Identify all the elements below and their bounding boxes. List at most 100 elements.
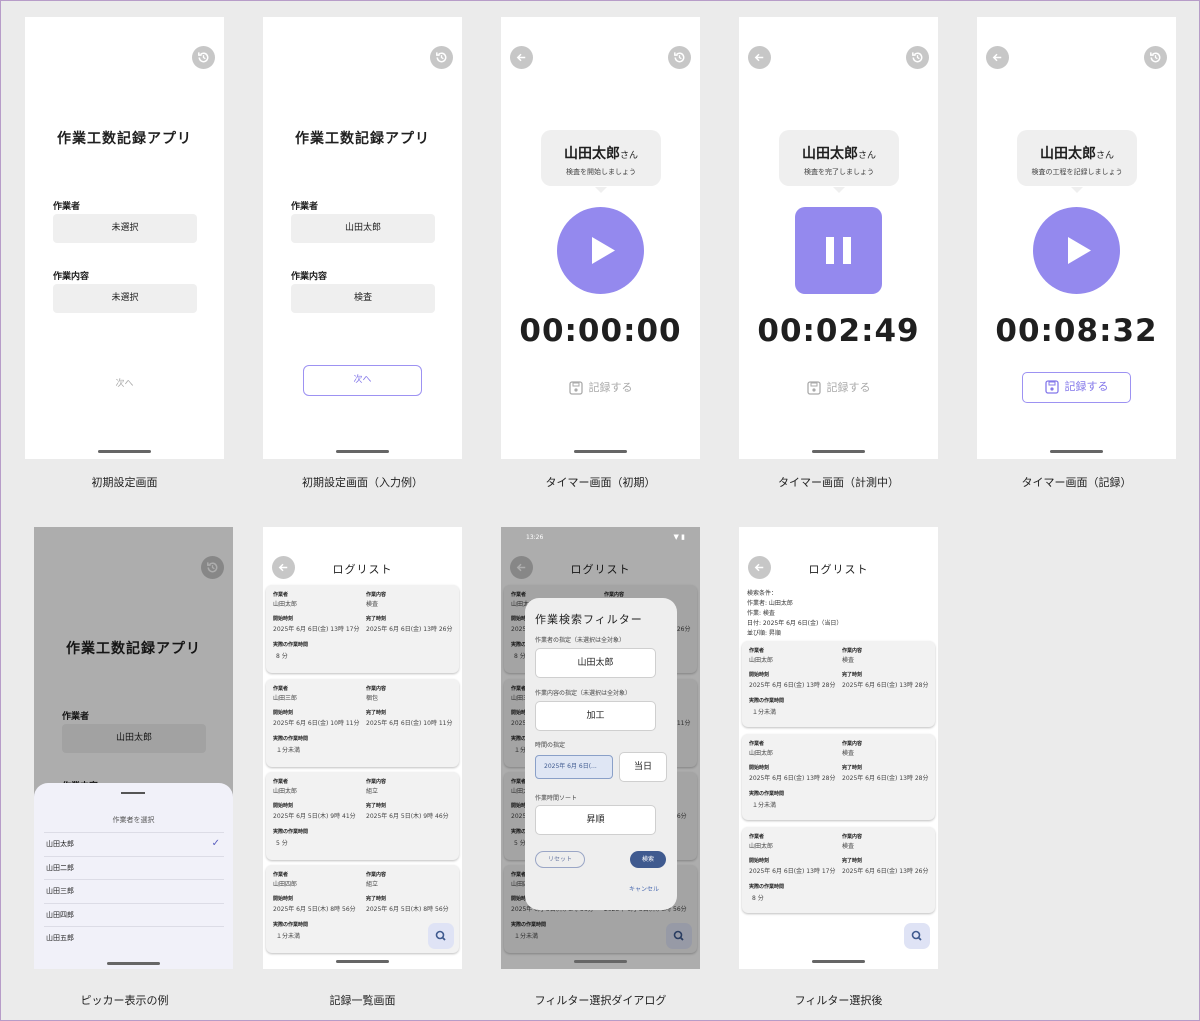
field-label: 作業者 — [749, 741, 765, 747]
end-time-value: 2025年 6月 5日(木) 8時 56分 — [366, 906, 449, 913]
history-icon[interactable] — [668, 46, 691, 69]
field-label: 作業内容 — [366, 686, 387, 692]
worker-label: 作業者 — [291, 202, 319, 212]
log-card[interactable]: 作業者山田太郎 作業内容組立開始時刻 2025年 6月 5日(木) 9時 41分 完了… — [266, 772, 459, 860]
dialog-title: 作業検索フィルター — [535, 613, 643, 626]
time-filter-label: 時間の指定 — [535, 742, 566, 749]
start-time-value: 2025年 6月 6日(金) 10時 11分 — [273, 720, 360, 727]
field-label: 作業内容 — [842, 741, 863, 747]
caption: 記録一覧画面 — [329, 994, 396, 1007]
play-icon — [592, 237, 615, 264]
picker-option[interactable]: 山田二郎 — [44, 856, 224, 879]
record-label: 記録する — [588, 381, 633, 394]
end-time-value: 2025年 6月 6日(金) 13時 28分 — [842, 682, 929, 689]
field-label: 開始時刻 — [749, 765, 770, 771]
search-button[interactable] — [428, 923, 454, 949]
log-card[interactable]: 作業者山田太郎 作業内容検査開始時刻 2025年 6月 6日(金) 13時 17分完… — [266, 585, 459, 673]
start-time-value: 2025年 6月 6日(金) 13時 17分 — [749, 868, 836, 875]
app-title: 作業工数記録アプリ — [295, 131, 430, 147]
today-button[interactable]: 当日 — [619, 752, 667, 782]
field-label: 作業者 — [273, 592, 289, 598]
back-arrow-icon[interactable] — [510, 46, 533, 69]
user-name: 山田太郎 — [801, 146, 858, 162]
picker-option[interactable]: 山田太郎 ✓ — [44, 832, 224, 855]
cancel-button[interactable]: キャンセル — [629, 884, 659, 893]
field-label: 完了時刻 — [366, 710, 387, 716]
search-icon — [435, 930, 446, 941]
picker-option[interactable]: 山田五郎 — [44, 926, 224, 949]
worker-select[interactable]: 山田太郎 — [291, 214, 435, 243]
date-picker-field[interactable]: 2025年 6月 6日(... — [535, 755, 613, 779]
guide-message: 検査を完了しましょう — [804, 168, 874, 176]
caption: 初期設定画面 — [91, 476, 158, 489]
next-button[interactable]: 次へ — [25, 376, 224, 389]
field-label: 作業内容 — [366, 592, 387, 598]
guide-message: 検査を開始しましょう — [566, 168, 636, 176]
end-time-value: 2025年 6月 6日(金) 13時 26分 — [842, 868, 929, 875]
picker-option[interactable]: 山田三郎 — [44, 879, 224, 902]
caption: タイマー画面（計測中） — [778, 476, 899, 489]
filter-condition: 作業: 検査 — [747, 610, 775, 617]
back-arrow-icon[interactable] — [986, 46, 1009, 69]
check-icon: ✓ — [211, 838, 220, 849]
pause-button[interactable] — [795, 207, 882, 294]
start-time-value: 2025年 6月 5日(木) 9時 41分 — [273, 813, 356, 820]
field-label: 完了時刻 — [366, 803, 387, 809]
status-icons: ▼ ▮ — [673, 533, 685, 541]
field-label: 開始時刻 — [749, 858, 770, 864]
field-label: 完了時刻 — [842, 765, 863, 771]
back-arrow-icon[interactable] — [748, 46, 771, 69]
sheet-title: 作業者を選択 — [112, 816, 155, 824]
history-icon[interactable] — [906, 46, 929, 69]
history-icon[interactable] — [192, 46, 215, 69]
worker-select[interactable]: 未選択 — [53, 214, 197, 243]
history-icon[interactable] — [430, 46, 453, 69]
screen-timer-initial: 山田太郎さん 検査を開始しましょう 00:00:00 記録する — [501, 17, 700, 459]
duration-value: １分未満 — [276, 747, 301, 754]
duration-value: １分未満 — [752, 802, 777, 809]
reset-button[interactable]: リセット — [535, 851, 585, 868]
duration-value: 8 分 — [752, 895, 764, 902]
record-button[interactable]: 記録する — [1022, 372, 1131, 403]
field-label: 実際の作業時間 — [273, 642, 309, 648]
sort-select[interactable]: 昇順 — [535, 805, 656, 835]
field-label: 作業者 — [273, 779, 289, 785]
user-name: 山田太郎 — [563, 146, 620, 162]
log-card[interactable]: 作業者 山田太郎 作業内容 検査 開始時刻 2025年 6月 6日(金) 13時 28分完… — [742, 641, 935, 727]
record-button[interactable]: 記録する — [739, 379, 938, 395]
task-value: 組立 — [366, 881, 379, 888]
list-title: ログリスト — [808, 563, 869, 576]
record-label: 記録する — [826, 381, 871, 394]
log-card[interactable]: 作業者山田三郎 作業内容梱包開始時刻 2025年 6月 6日(金) 10時 11分完… — [266, 679, 459, 767]
task-select[interactable]: 未選択 — [53, 284, 197, 313]
worker-value: 山田四郎 — [273, 881, 298, 888]
record-button[interactable]: 記録する — [501, 379, 700, 395]
history-icon[interactable] — [1144, 46, 1167, 69]
next-button[interactable]: 次へ — [303, 365, 422, 396]
filter-condition: 並び順: 昇順 — [747, 630, 781, 637]
field-label: 開始時刻 — [273, 710, 294, 716]
search-submit-button[interactable]: 検索 — [630, 851, 666, 868]
filter-condition: 検索条件： — [747, 590, 778, 597]
field-label: 実際の作業時間 — [273, 736, 309, 742]
screen-timer-running: 山田太郎さん 検査を完了しましょう 00:02:49 記録する — [739, 17, 938, 459]
task-filter-select[interactable]: 加工 — [535, 701, 656, 731]
picker-option[interactable]: 山田四郎 — [44, 903, 224, 926]
task-select[interactable]: 検査 — [291, 284, 435, 313]
play-button[interactable] — [1033, 207, 1120, 294]
log-card[interactable]: 作業者 山田太郎 作業内容 検査 開始時刻 2025年 6月 6日(金) 13時 28分完… — [742, 734, 935, 820]
duration-value: １分未満 — [752, 709, 777, 716]
log-card[interactable]: 作業者山田太郎 作業内容検査開始時刻 2025年 6月 6日(金) 13時 17分完… — [742, 827, 935, 913]
search-button[interactable] — [904, 923, 930, 949]
screen-initial-setup-filled: 作業工数記録アプリ 作業者 山田太郎 作業内容 検査 次へ — [263, 17, 462, 459]
sheet-drag-handle[interactable] — [121, 792, 145, 794]
pause-icon — [826, 237, 851, 264]
play-button[interactable] — [557, 207, 644, 294]
record-label: 記録する — [1064, 380, 1109, 393]
worker-filter-select[interactable]: 山田太郎 — [535, 648, 656, 678]
honorific: さん — [857, 151, 876, 161]
home-indicator — [336, 960, 389, 963]
field-label: 完了時刻 — [366, 616, 387, 622]
task-label: 作業内容 — [291, 272, 328, 282]
field-label: 実際の作業時間 — [273, 829, 309, 835]
